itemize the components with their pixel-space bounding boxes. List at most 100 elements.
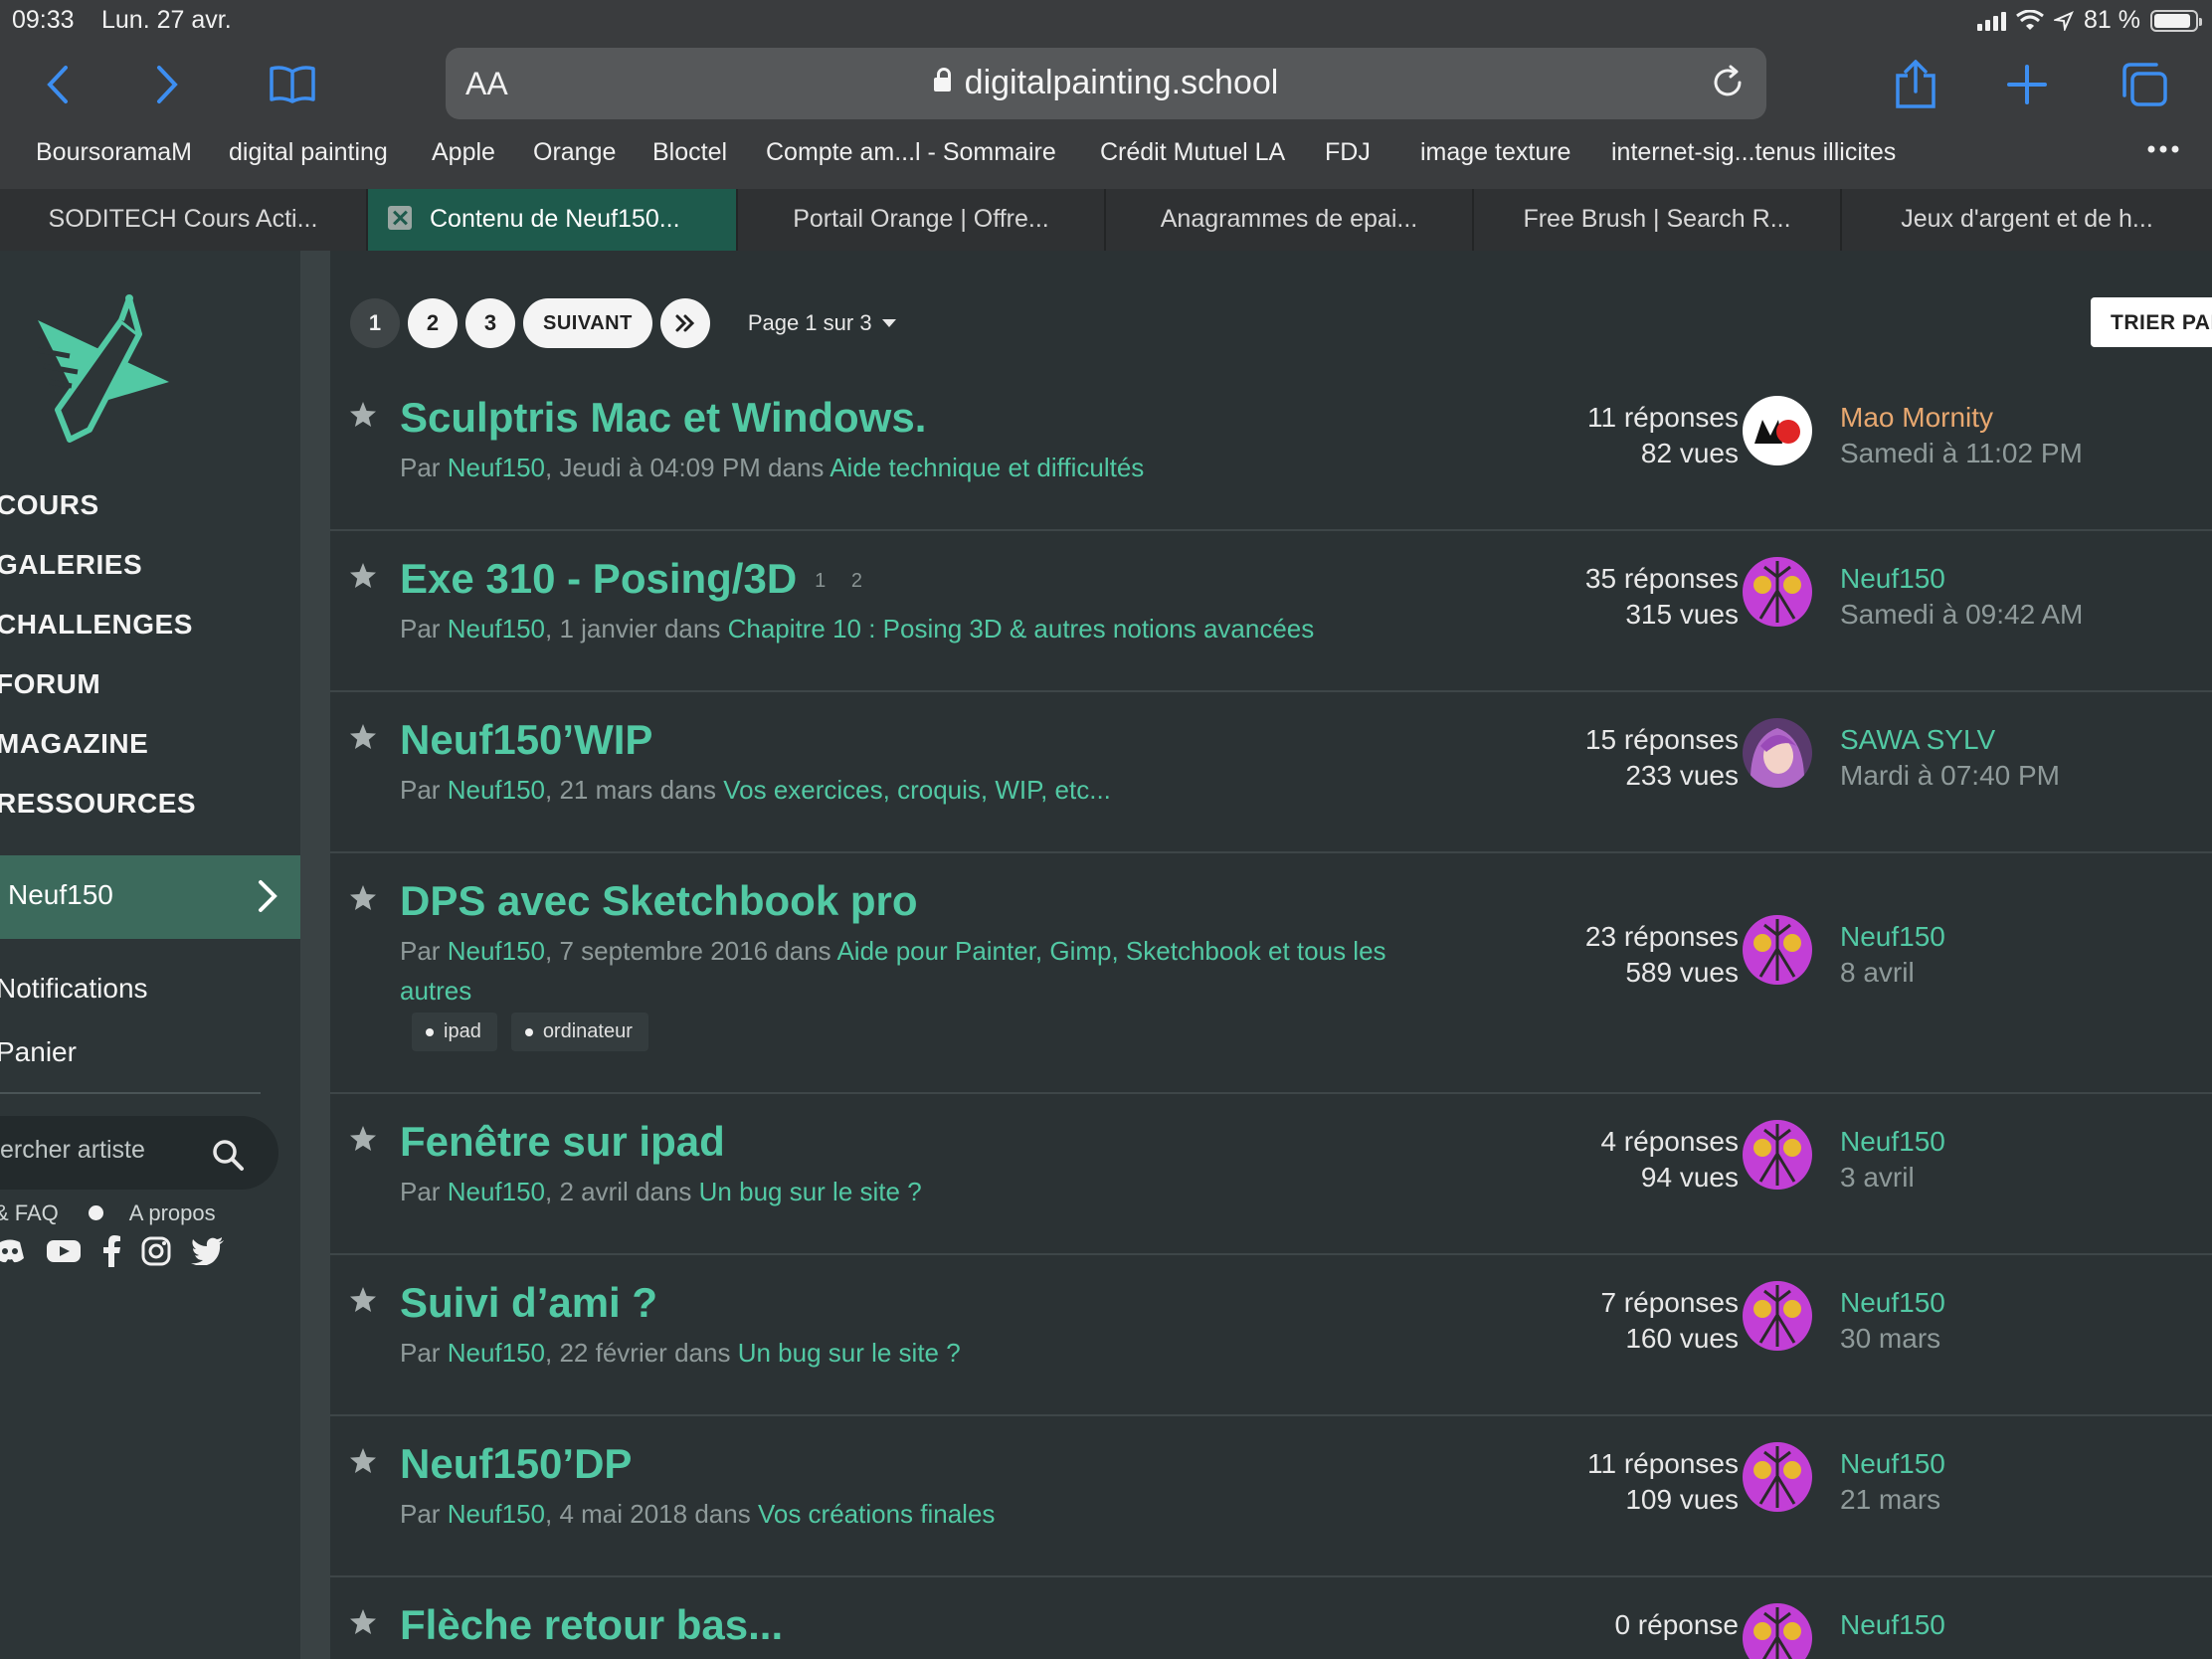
next-page-button[interactable]: SUIVANT — [523, 298, 652, 348]
close-tab-icon[interactable] — [388, 206, 412, 231]
browser-tab[interactable]: SODITECH Cours Acti... — [0, 189, 368, 251]
topic-row[interactable]: Fenêtre sur ipad Par Neuf150, 2 avril dan… — [330, 1094, 2212, 1255]
nav-challenges[interactable]: CHALLENGES — [0, 609, 193, 641]
last-poster-name[interactable]: Neuf150 — [1840, 919, 1945, 955]
last-poster-avatar[interactable] — [1743, 1603, 1812, 1659]
last-page-button[interactable] — [659, 298, 710, 348]
topic-row[interactable]: Neuf150’DP Par Neuf150, 4 mai 2018 dans V… — [330, 1416, 2212, 1577]
new-tab-button[interactable] — [1997, 55, 2057, 114]
topic-title[interactable]: Suivi d’ami ? — [400, 1279, 657, 1327]
last-poster-name[interactable]: Neuf150 — [1840, 1446, 1945, 1482]
artist-search-input[interactable] — [0, 1136, 199, 1165]
nav-magazine[interactable]: MAGAZINE — [0, 728, 148, 760]
nav-ressources[interactable]: RESSOURCES — [0, 788, 196, 820]
topic-row[interactable]: Suivi d’ami ? Par Neuf150, 22 février dan… — [330, 1255, 2212, 1416]
browser-tab[interactable]: Anagrammes de epai... — [1106, 189, 1474, 251]
star-icon[interactable] — [348, 1285, 378, 1320]
topic-title[interactable]: Exe 310 - Posing/3D 1 2 — [400, 555, 872, 603]
topic-forum-link[interactable]: Vos créations finales — [758, 1499, 995, 1529]
page-button-3[interactable]: 3 — [465, 298, 515, 348]
star-icon[interactable] — [348, 722, 378, 757]
topic-author-link[interactable]: Neuf150 — [448, 1338, 545, 1368]
last-poster-avatar[interactable] — [1743, 718, 1812, 788]
star-icon[interactable] — [348, 1607, 378, 1642]
facebook-icon[interactable] — [101, 1235, 121, 1267]
forward-button[interactable] — [137, 55, 197, 114]
notifications-link[interactable]: Notifications — [0, 973, 148, 1005]
topic-title[interactable]: DPS avec Sketchbook pro — [400, 877, 918, 925]
topic-author-link[interactable]: Neuf150 — [448, 1177, 545, 1206]
last-poster-name[interactable]: Neuf150 — [1840, 1607, 1945, 1643]
topic-title[interactable]: Neuf150’WIP — [400, 716, 652, 764]
topic-title[interactable]: Sculptris Mac et Windows. — [400, 394, 926, 442]
tag-chip[interactable]: ipad — [412, 1013, 497, 1051]
topic-author-link[interactable]: Neuf150 — [448, 775, 545, 805]
star-icon[interactable] — [348, 1446, 378, 1481]
bookmark-item[interactable]: BoursoramaM — [36, 138, 192, 167]
bookmark-item[interactable]: internet-sig...tenus illicites — [1611, 138, 1896, 167]
page-button-2[interactable]: 2 — [408, 298, 458, 348]
topic-row[interactable]: DPS avec Sketchbook pro Par Neuf150, 7 se… — [330, 853, 2212, 1094]
nav-forum[interactable]: FORUM — [0, 668, 100, 700]
topic-row[interactable]: Flèche retour bas... 0 réponse Neuf150 — [330, 1577, 2212, 1659]
last-poster-avatar[interactable] — [1743, 1442, 1812, 1512]
topic-title[interactable]: Flèche retour bas... — [400, 1601, 783, 1649]
star-icon[interactable] — [348, 400, 378, 435]
more-bookmarks-button[interactable] — [2146, 127, 2180, 164]
tag-chip[interactable]: ordinateur — [510, 1013, 648, 1051]
nav-cours[interactable]: COURS — [0, 489, 99, 521]
cart-link[interactable]: Panier — [0, 1036, 77, 1068]
topic-author-link[interactable]: Neuf150 — [448, 936, 545, 966]
browser-tab[interactable]: Free Brush | Search R... — [1474, 189, 1842, 251]
topic-forum-link[interactable]: Aide technique et difficultés — [830, 453, 1144, 482]
last-poster-avatar[interactable] — [1743, 915, 1812, 985]
bookmark-item[interactable]: Crédit Mutuel LA — [1100, 138, 1285, 167]
browser-tab[interactable]: Jeux d'argent et de h... — [1842, 189, 2212, 251]
nav-galeries[interactable]: GALERIES — [0, 549, 142, 581]
about-link[interactable]: A propos — [129, 1200, 216, 1225]
topic-forum-link[interactable]: Un bug sur le site ? — [738, 1338, 961, 1368]
topic-author-link[interactable]: Neuf150 — [448, 1499, 545, 1529]
last-poster-name[interactable]: Neuf150 — [1840, 561, 2083, 597]
star-icon[interactable] — [348, 883, 378, 918]
back-button[interactable] — [28, 55, 88, 114]
topic-forum-link[interactable]: Un bug sur le site ? — [699, 1177, 922, 1206]
bookmark-item[interactable]: FDJ — [1325, 138, 1371, 167]
discord-icon[interactable] — [0, 1236, 26, 1266]
reload-button[interactable] — [1709, 64, 1747, 106]
browser-tab[interactable]: Portail Orange | Offre... — [738, 189, 1106, 251]
bookmarks-button[interactable] — [263, 55, 322, 114]
topic-author-link[interactable]: Neuf150 — [448, 614, 545, 644]
last-poster-name[interactable]: Neuf150 — [1840, 1124, 1945, 1160]
twitter-icon[interactable] — [191, 1237, 225, 1265]
topic-forum-link[interactable]: Vos exercices, croquis, WIP, etc... — [723, 775, 1111, 805]
sort-button[interactable]: TRIER PAR — [2091, 297, 2212, 347]
bookmark-item[interactable]: Apple — [432, 138, 495, 167]
page-jump-dropdown[interactable]: Page 1 sur 3 — [748, 310, 896, 336]
topic-author-link[interactable]: Neuf150 — [448, 453, 545, 482]
topic-row[interactable]: Exe 310 - Posing/3D 1 2 Par Neuf150, 1 jan… — [330, 531, 2212, 692]
last-poster-avatar[interactable] — [1743, 557, 1812, 627]
bookmark-item[interactable]: Compte am...l - Sommaire — [766, 138, 1056, 167]
topic-row[interactable]: Sculptris Mac et Windows. Par Neuf150, Je… — [330, 370, 2212, 531]
topic-page-links[interactable]: 1 2 — [815, 570, 872, 592]
youtube-icon[interactable] — [46, 1237, 82, 1265]
url-display[interactable]: digitalpainting.school — [446, 64, 1766, 102]
bookmark-item[interactable]: Bloctel — [652, 138, 727, 167]
address-bar[interactable]: AA digitalpainting.school — [446, 48, 1766, 119]
last-poster-name[interactable]: SAWA SYLV — [1840, 722, 2060, 758]
share-button[interactable] — [1886, 55, 1945, 114]
last-poster-avatar[interactable] — [1743, 396, 1812, 465]
bookmark-item[interactable]: digital painting — [229, 138, 388, 167]
search-icon[interactable] — [211, 1138, 245, 1177]
topic-title[interactable]: Neuf150’DP — [400, 1440, 632, 1488]
user-profile-row[interactable]: Neuf150 — [0, 855, 300, 939]
topic-title[interactable]: Fenêtre sur ipad — [400, 1118, 725, 1166]
browser-tab-active[interactable]: Contenu de Neuf150... — [368, 189, 738, 251]
faq-link[interactable]: & FAQ — [0, 1200, 59, 1225]
page-button-1[interactable]: 1 — [350, 298, 400, 348]
star-icon[interactable] — [348, 561, 378, 596]
site-logo-icon[interactable] — [30, 290, 174, 450]
bookmark-item[interactable]: image texture — [1420, 138, 1570, 167]
last-poster-name[interactable]: Neuf150 — [1840, 1285, 1945, 1321]
